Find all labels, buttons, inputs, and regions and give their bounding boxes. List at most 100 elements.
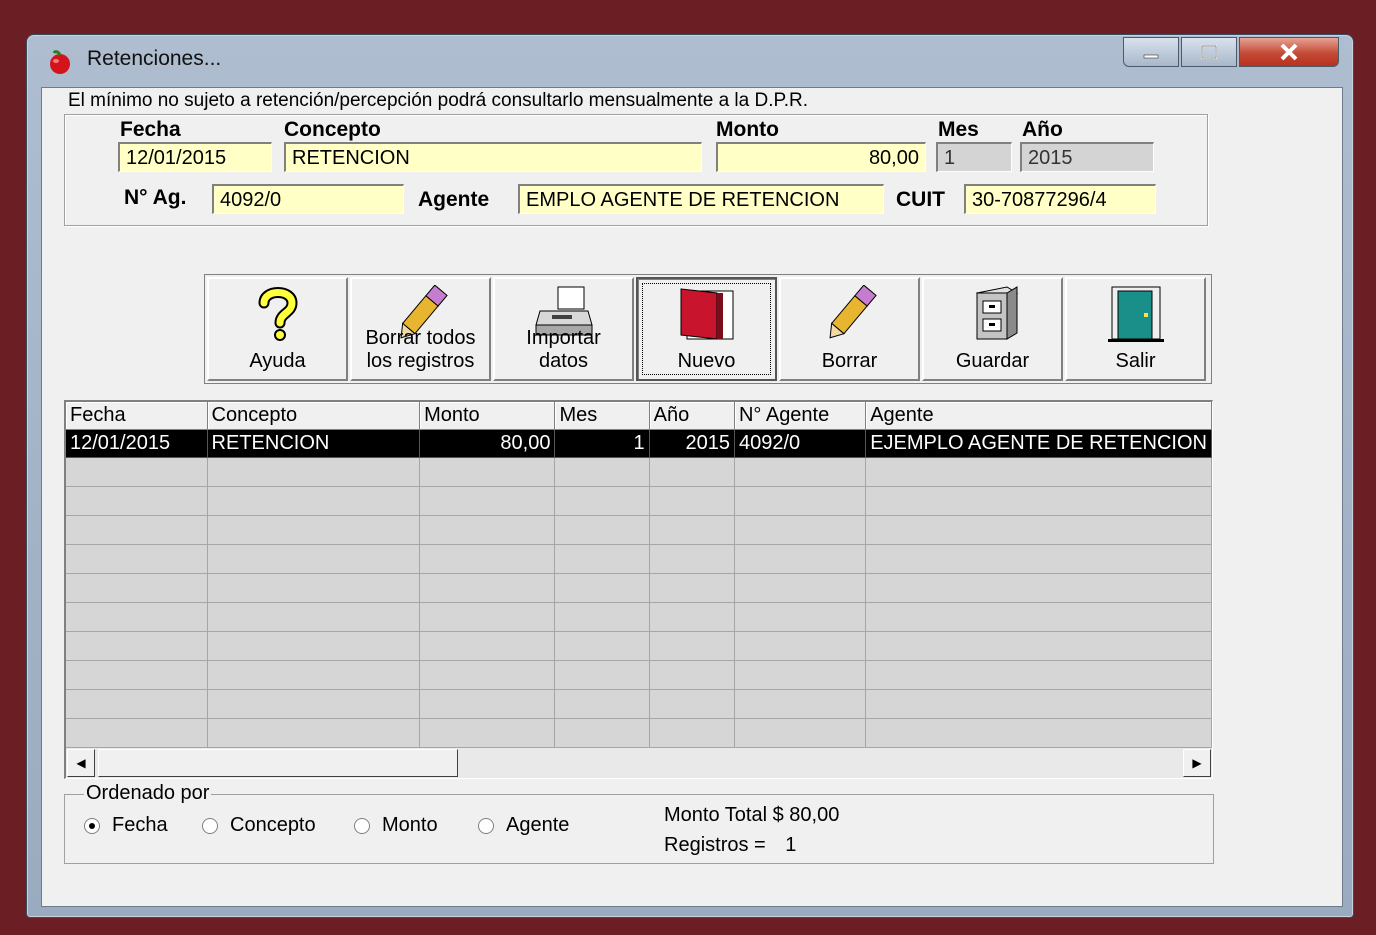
- order-radio-monto[interactable]: Monto: [354, 814, 438, 837]
- mes-field[interactable]: 1: [936, 142, 1012, 172]
- question-mark-icon: [258, 287, 298, 341]
- exit-door-icon: [1107, 286, 1164, 342]
- empty-row: [66, 602, 1212, 632]
- radio-icon[interactable]: [478, 817, 494, 834]
- import-label-line2: datos: [539, 350, 588, 372]
- concepto-label: Concepto: [284, 118, 381, 141]
- table-row[interactable]: 12/01/2015 RETENCION 80,00 1 2015 4092/0…: [66, 429, 1212, 458]
- file-cabinet-icon: [975, 286, 1018, 340]
- concepto-field[interactable]: RETENCION: [284, 142, 702, 172]
- help-button[interactable]: Ayuda: [207, 277, 348, 381]
- maximize-icon: [1201, 45, 1217, 59]
- exit-button-label: Salir: [1115, 350, 1156, 372]
- close-icon: [1280, 43, 1298, 61]
- scroll-right-button[interactable]: ▶: [1183, 749, 1211, 777]
- maximize-button[interactable]: [1181, 37, 1237, 67]
- empty-row: [66, 718, 1212, 748]
- save-button[interactable]: Guardar: [922, 277, 1063, 381]
- empty-row: [66, 544, 1212, 574]
- cell-fecha[interactable]: 12/01/2015: [66, 429, 208, 458]
- order-radio-fecha[interactable]: Fecha: [84, 814, 168, 837]
- grid-col-concepto[interactable]: Concepto: [207, 402, 421, 430]
- cell-nagente[interactable]: 4092/0: [734, 429, 867, 458]
- title-bar[interactable]: Retenciones...: [27, 35, 1353, 85]
- monto-total-value: 80,00: [789, 804, 840, 826]
- order-option-monto: Monto: [382, 814, 438, 836]
- save-button-label: Guardar: [955, 350, 1030, 372]
- delete-all-label-line2: los registros: [366, 350, 475, 372]
- registros-label: Registros =: [664, 834, 766, 856]
- agente-field[interactable]: EMPLO AGENTE DE RETENCION: [518, 184, 884, 214]
- anio-label: Año: [1022, 118, 1063, 141]
- info-text: El mínimo no sujeto a retención/percepci…: [68, 90, 808, 111]
- delete-all-label-line1: Borrar todos: [365, 327, 476, 349]
- order-option-fecha: Fecha: [112, 814, 168, 836]
- registros-count: Registros = 1: [664, 834, 796, 857]
- order-option-agente: Agente: [506, 814, 570, 836]
- new-button[interactable]: Nuevo: [636, 277, 777, 381]
- scroll-thumb[interactable]: [98, 749, 458, 777]
- pencil-eraser-icon: [828, 285, 877, 339]
- delete-all-button[interactable]: Borrar todos los registros: [350, 277, 491, 381]
- monto-label: Monto: [716, 118, 779, 141]
- cell-monto[interactable]: 80,00: [419, 429, 556, 458]
- fecha-label: Fecha: [120, 118, 181, 141]
- delete-button-label: Borrar: [821, 350, 878, 372]
- records-grid[interactable]: Fecha Concepto Monto Mes Año N° Agente A…: [64, 400, 1213, 779]
- cuit-field[interactable]: 30-70877296/4: [964, 184, 1156, 214]
- empty-row: [66, 573, 1212, 603]
- horizontal-scrollbar[interactable]: ◀ ▶: [66, 748, 1212, 778]
- grid-col-nagente[interactable]: N° Agente: [734, 402, 867, 430]
- anio-field[interactable]: 2015: [1020, 142, 1154, 172]
- arrow-left-icon: ◀: [76, 756, 86, 770]
- order-option-concepto: Concepto: [230, 814, 316, 836]
- grid-col-monto[interactable]: Monto: [419, 402, 556, 430]
- arrow-right-icon: ▶: [1192, 756, 1202, 770]
- empty-row: [66, 486, 1212, 516]
- monto-field[interactable]: 80,00: [716, 142, 926, 172]
- import-label-line1: Importar: [526, 327, 601, 349]
- delete-button[interactable]: Borrar: [779, 277, 920, 381]
- grid-col-agente[interactable]: Agente: [865, 402, 1212, 430]
- empty-row: [66, 689, 1212, 719]
- fecha-field[interactable]: 12/01/2015: [118, 142, 272, 172]
- nag-label: N° Ag.: [124, 186, 187, 209]
- help-button-label: Ayuda: [249, 350, 306, 372]
- minimize-icon: [1143, 54, 1159, 59]
- radio-icon[interactable]: [202, 817, 218, 834]
- cell-mes[interactable]: 1: [554, 429, 650, 458]
- registros-value: 1: [785, 834, 797, 856]
- cell-agente[interactable]: EJEMPLO AGENTE DE RETENCION: [865, 429, 1212, 458]
- cuit-label: CUIT: [896, 188, 945, 211]
- order-radio-concepto[interactable]: Concepto: [202, 814, 316, 837]
- minimize-button[interactable]: [1123, 37, 1179, 67]
- nag-field[interactable]: 4092/0: [212, 184, 404, 214]
- order-radio-agente[interactable]: Agente: [478, 814, 569, 837]
- monto-total-label: Monto Total $: [664, 804, 784, 826]
- empty-row: [66, 631, 1212, 661]
- cell-concepto[interactable]: RETENCION: [207, 429, 421, 458]
- new-button-label: Nuevo: [677, 350, 736, 372]
- cell-anio[interactable]: 2015: [649, 429, 735, 458]
- apple-app-icon: [50, 50, 70, 74]
- close-button[interactable]: [1239, 37, 1339, 67]
- mes-label: Mes: [938, 118, 979, 141]
- monto-total: Monto Total $ 80,00: [664, 804, 839, 827]
- import-button[interactable]: Importar datos: [493, 277, 634, 381]
- scroll-left-button[interactable]: ◀: [67, 749, 95, 777]
- order-by-title: Ordenado por: [84, 782, 212, 805]
- empty-row: [66, 660, 1212, 690]
- radio-selected-icon[interactable]: [84, 817, 100, 834]
- exit-button[interactable]: Salir: [1065, 277, 1206, 381]
- agente-label: Agente: [418, 188, 490, 211]
- toolbar: Ayuda Borrar todos los registros Importar…: [204, 274, 1212, 384]
- grid-col-anio[interactable]: Año: [649, 402, 735, 430]
- red-book-icon: [680, 288, 733, 340]
- empty-row: [66, 457, 1212, 487]
- window-client-area: El mínimo no sujeto a retención/percepci…: [41, 87, 1343, 907]
- radio-icon[interactable]: [354, 817, 370, 834]
- grid-col-fecha[interactable]: Fecha: [66, 402, 208, 430]
- window-title: Retenciones...: [87, 47, 222, 70]
- grid-col-mes[interactable]: Mes: [554, 402, 650, 430]
- empty-row: [66, 515, 1212, 545]
